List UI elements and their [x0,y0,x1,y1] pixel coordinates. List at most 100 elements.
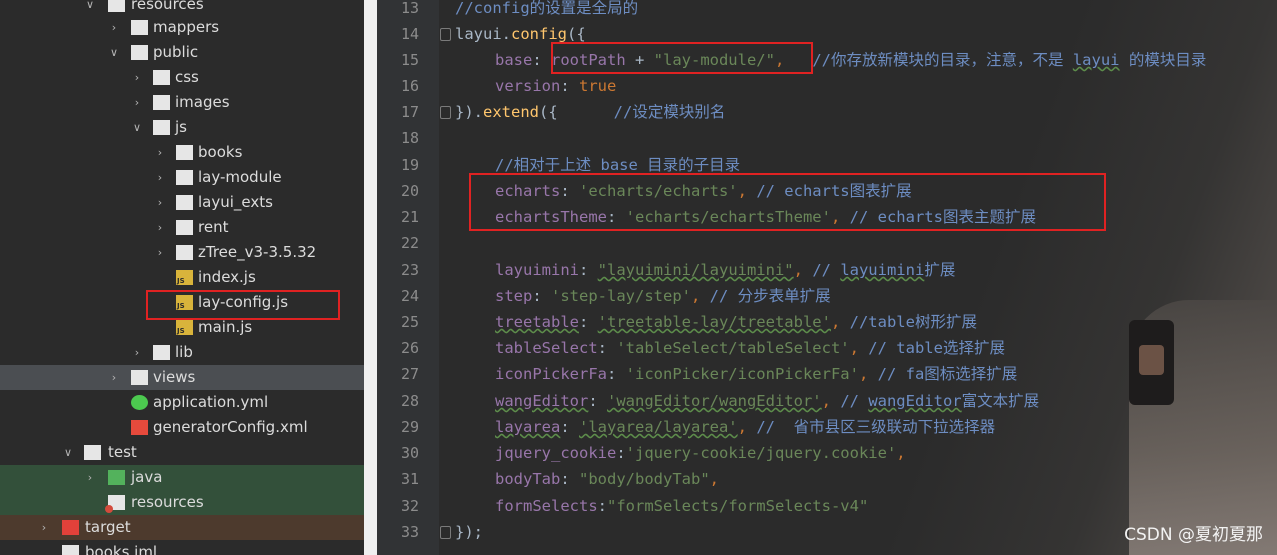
fold-marker-icon[interactable] [440,526,451,539]
tree-item-label: images [175,93,230,111]
chevron-right-icon[interactable]: › [38,515,50,540]
code-token: : [560,77,579,95]
code-token: version [495,77,561,95]
tree-item-lib[interactable]: › lib [0,340,364,365]
code-editor[interactable]: //config的设置是全局的 layui.config({ base: roo… [439,0,1277,555]
chevron-down-icon[interactable]: ∨ [131,115,143,140]
folder-icon [176,195,193,210]
tree-item-test-resources[interactable]: resources [0,490,364,515]
chevron-right-icon[interactable]: › [131,340,143,365]
code-token: 'treetable-lay/treetable' [597,313,831,331]
line-number: 19 [400,156,419,174]
chevron-right-icon[interactable]: › [154,190,166,215]
chevron-right-icon[interactable]: › [154,165,166,190]
code-token: : [560,470,579,488]
panel-splitter[interactable] [364,0,377,555]
chevron-right-icon[interactable]: › [108,365,120,390]
background-image-cup-label [1139,345,1164,375]
line-number: 24 [400,287,419,305]
line-number: 22 [400,234,419,252]
tree-item-lay-module[interactable]: › lay-module [0,165,364,190]
tree-item-mappers[interactable]: › mappers [0,15,364,40]
code-token: tableSelect [495,339,598,357]
highlight-box [469,173,1106,231]
folder-icon [176,145,193,160]
code-token: 'jquery-cookie/jquery.cookie' [625,444,897,462]
tree-item-test[interactable]: ∨ test [0,440,364,465]
line-number: 20 [400,182,419,200]
tree-item-label: lib [175,343,193,361]
code-token: formSelects [495,497,598,515]
chevron-right-icon[interactable]: › [154,215,166,240]
code-comment: layuimini [840,261,925,279]
code-comment: 富文本扩展 [961,392,1040,410]
chevron-right-icon[interactable]: › [108,15,120,40]
chevron-down-icon[interactable]: ∨ [62,440,74,465]
code-line-16: version: true [495,73,616,99]
folder-icon [131,370,148,385]
chevron-right-icon[interactable]: › [131,65,143,90]
code-token: base [495,51,533,69]
code-token: "body/bodyTab" [579,470,710,488]
code-token: : [597,497,607,515]
folder-icon [176,220,193,235]
chevron-right-icon[interactable]: › [131,90,143,115]
code-comment: // table选择扩展 [858,339,1005,357]
tree-item-label: public [153,43,199,61]
highlight-box [146,290,340,320]
tree-item-label: application.yml [153,393,269,411]
code-comment: //相对于上述 base 目录的子目录 [495,156,741,174]
line-number: 32 [400,497,419,515]
tree-item-label: books [198,143,243,161]
code-comment: // [802,261,841,279]
tree-item-label: mappers [153,18,220,36]
iml-file-icon [62,545,79,555]
tree-item-books[interactable]: › books [0,140,364,165]
code-token: , [821,392,831,410]
chevron-right-icon[interactable]: › [154,140,166,165]
line-number: 26 [400,339,419,357]
tree-item-ztree[interactable]: › zTree_v3-3.5.32 [0,240,364,265]
resources-folder-icon [105,495,125,513]
code-comment: 扩展 [924,261,956,279]
tree-item-layui-exts[interactable]: › layui_exts [0,190,364,215]
tree-item-js[interactable]: ∨ js [0,115,364,140]
line-number: 30 [400,444,419,462]
code-line-27: iconPickerFa: 'iconPicker/iconPickerFa',… [495,361,1017,387]
code-token: layarea [495,418,561,436]
tree-item-application-yml[interactable]: application.yml [0,390,364,415]
code-token: , [896,444,906,462]
chevron-down-icon[interactable]: ∨ [108,40,120,65]
tree-item-index-js[interactable]: index.js [0,265,364,290]
code-token: . [473,103,484,121]
chevron-right-icon[interactable]: › [154,240,166,265]
tree-item-label: zTree_v3-3.5.32 [198,243,317,261]
excluded-folder-icon [62,520,79,535]
line-number: 25 [400,313,419,331]
folder-icon [131,45,148,60]
tree-item-generator-config-xml[interactable]: generatorConfig.xml [0,415,364,440]
line-number: 29 [400,418,419,436]
code-token: 'tableSelect/tableSelect' [616,339,850,357]
line-number: 15 [400,51,419,69]
tree-item-target[interactable]: › target [0,515,364,540]
fold-marker-icon[interactable] [440,28,451,41]
tree-item-rent[interactable]: › rent [0,215,364,240]
code-token: : [616,444,626,462]
chevron-right-icon[interactable]: › [84,465,96,490]
fold-marker-icon[interactable] [440,106,451,119]
tree-item-images[interactable]: › images [0,90,364,115]
tree-item-label: css [175,68,199,86]
tree-item-views[interactable]: › views [0,365,364,390]
tree-item-java[interactable]: › java [0,465,364,490]
tree-item-public[interactable]: ∨ public [0,40,364,65]
code-comment: //设定模块别名 [557,103,726,121]
code-token: 'step-lay/step' [551,287,691,305]
code-comment: 的模块目录 [1119,51,1207,69]
tree-item-css[interactable]: › css [0,65,364,90]
code-token: iconPickerFa [495,365,607,383]
line-number: 13 [400,0,419,17]
tree-item-books-iml[interactable]: books.iml [0,540,364,555]
code-comment: // [830,392,869,410]
code-token: , [858,365,869,383]
